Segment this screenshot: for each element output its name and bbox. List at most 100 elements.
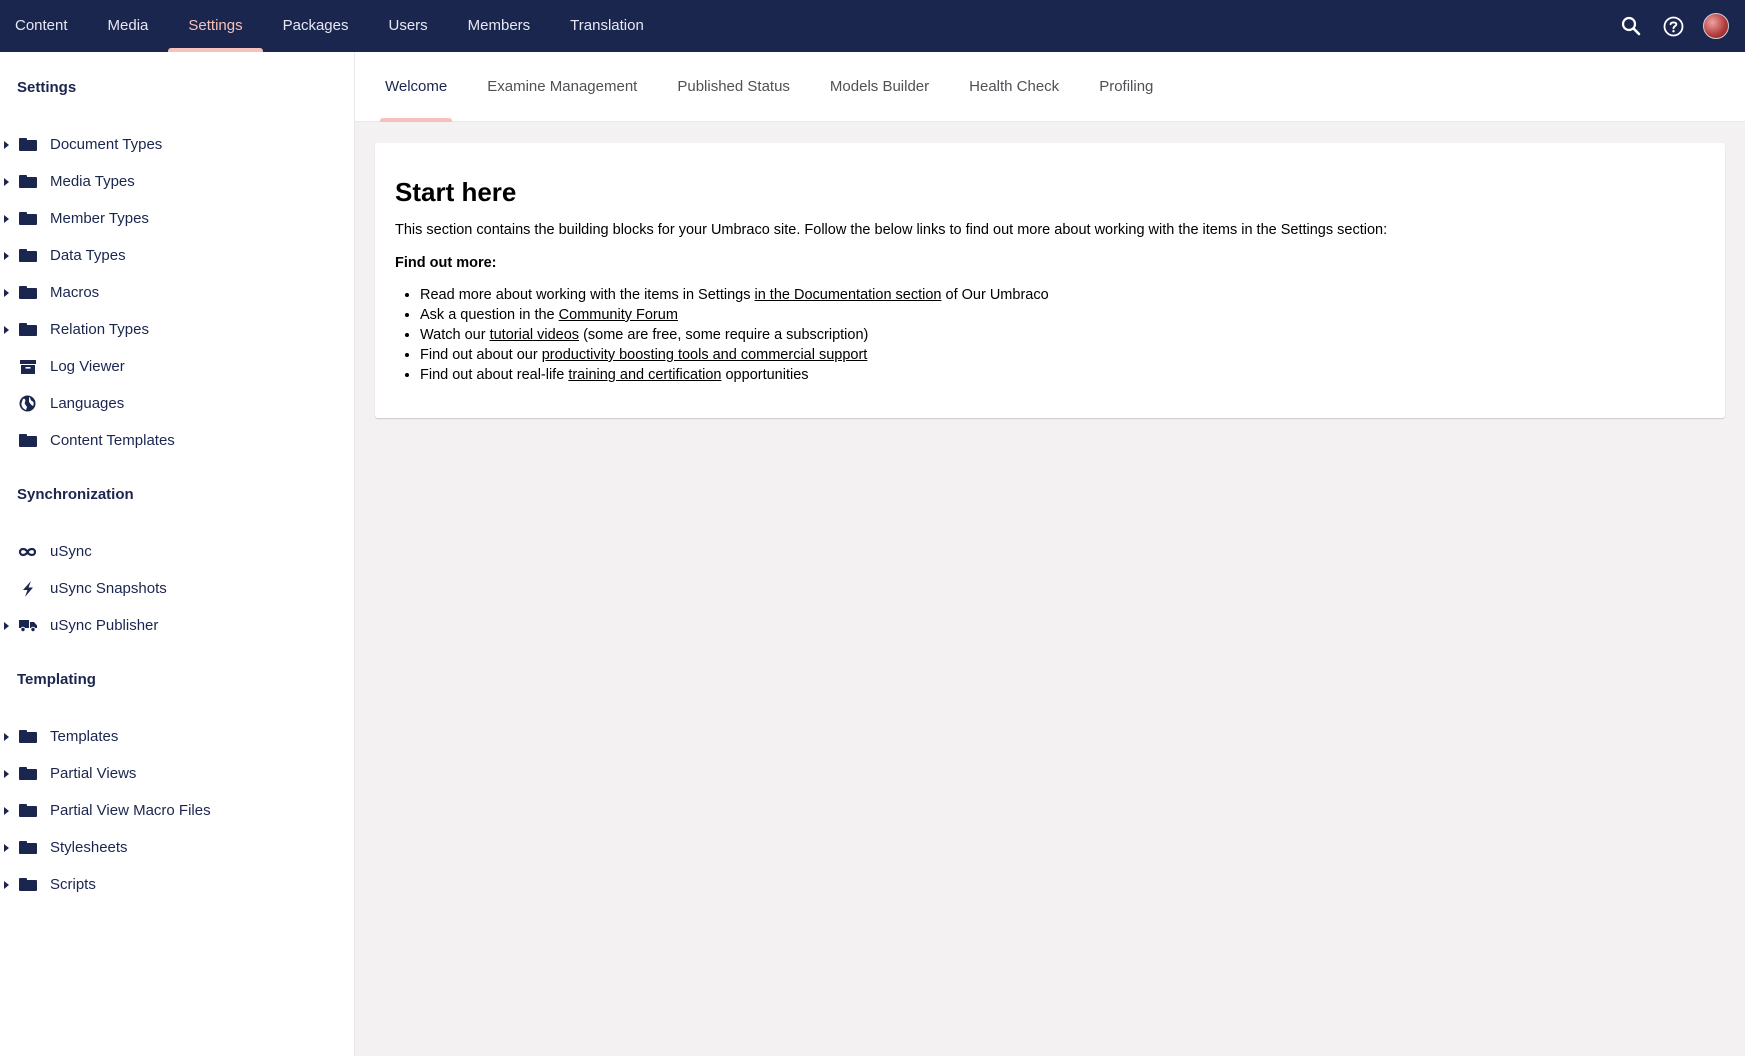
community-forum-link[interactable]: Community Forum [559, 307, 678, 323]
link-prefix: Read more about working with the items i… [420, 287, 755, 303]
tree-item-templates[interactable]: Templates [0, 718, 354, 755]
tree-item-label: Member Types [50, 210, 149, 227]
expand-caret-icon[interactable] [4, 621, 9, 630]
link-prefix: Find out about our [420, 347, 542, 363]
link-prefix: Ask a question in the [420, 307, 559, 323]
list-item: Read more about working with the items i… [420, 285, 1705, 305]
tree-item-label: Log Viewer [50, 358, 125, 375]
tree-item-usync[interactable]: uSync [0, 533, 354, 570]
globe-icon [18, 395, 37, 412]
welcome-card: Start here This section contains the bui… [375, 143, 1725, 418]
link-prefix: Watch our [420, 327, 490, 343]
lightning-icon [18, 580, 37, 597]
nav-media[interactable]: Media [88, 0, 169, 52]
archive-icon [18, 359, 37, 375]
tree-item-label: Partial Views [50, 765, 137, 782]
tab-health-check[interactable]: Health Check [964, 52, 1064, 121]
tree-item-stylesheets[interactable]: Stylesheets [0, 829, 354, 866]
tree-item-label: uSync [50, 543, 92, 560]
tree-item-log-viewer[interactable]: Log Viewer [0, 348, 354, 385]
tree-item-label: Scripts [50, 876, 96, 893]
folder-icon [18, 285, 37, 301]
expand-caret-icon[interactable] [4, 769, 9, 778]
list-item: Ask a question in the Community Forum [420, 305, 1705, 325]
tree-item-partial-views[interactable]: Partial Views [0, 755, 354, 792]
expand-caret-icon[interactable] [4, 177, 9, 186]
user-avatar[interactable] [1703, 13, 1729, 39]
tree-item-scripts[interactable]: Scripts [0, 866, 354, 903]
nav-users[interactable]: Users [368, 0, 447, 52]
sidebar: Settings Document Types Media Types Memb… [0, 52, 355, 1056]
documentation-link[interactable]: in the Documentation section [754, 287, 941, 303]
tutorial-videos-link[interactable]: tutorial videos [490, 327, 579, 343]
search-icon[interactable] [1619, 14, 1643, 38]
truck-icon [18, 618, 37, 634]
tree-item-member-types[interactable]: Member Types [0, 200, 354, 237]
nav-content[interactable]: Content [15, 0, 88, 52]
expand-caret-icon[interactable] [4, 880, 9, 889]
top-bar: Content Media Settings Packages Users Me… [0, 0, 1745, 52]
folder-icon [18, 137, 37, 153]
tree-item-label: uSync Publisher [50, 617, 159, 634]
tree-item-content-templates[interactable]: Content Templates [0, 422, 354, 459]
folder-icon [18, 322, 37, 338]
tree-item-label: Content Templates [50, 432, 175, 449]
tab-profiling[interactable]: Profiling [1094, 52, 1158, 121]
nav-settings[interactable]: Settings [168, 0, 263, 52]
nav-translation[interactable]: Translation [550, 0, 664, 52]
infinity-icon [18, 544, 37, 560]
header-tools [1619, 0, 1745, 52]
tree-item-usync-snapshots[interactable]: uSync Snapshots [0, 570, 354, 607]
find-out-more-heading: Find out more: [395, 255, 497, 271]
nav-packages[interactable]: Packages [263, 0, 369, 52]
tree-item-label: Relation Types [50, 321, 149, 338]
folder-icon [18, 211, 37, 227]
folder-icon [18, 174, 37, 190]
dashboard-tabs: Welcome Examine Management Published Sta… [355, 52, 1745, 122]
tree-item-label: Data Types [50, 247, 126, 264]
folder-icon [18, 248, 37, 264]
link-prefix: Find out about real-life [420, 367, 569, 383]
expand-caret-icon[interactable] [4, 732, 9, 741]
expand-caret-icon[interactable] [4, 288, 9, 297]
expand-caret-icon[interactable] [4, 140, 9, 149]
expand-caret-icon[interactable] [4, 251, 9, 260]
expand-caret-icon[interactable] [4, 806, 9, 815]
tree-item-partial-view-macro-files[interactable]: Partial View Macro Files [0, 792, 354, 829]
resource-links: Read more about working with the items i… [395, 285, 1705, 385]
list-item: Find out about our productivity boosting… [420, 345, 1705, 365]
tree-item-label: Macros [50, 284, 100, 301]
tab-welcome[interactable]: Welcome [380, 52, 453, 122]
help-icon[interactable] [1661, 14, 1685, 38]
tree-item-label: Document Types [50, 136, 163, 153]
link-suffix: opportunities [721, 367, 809, 383]
tree-item-media-types[interactable]: Media Types [0, 163, 354, 200]
intro-text: This section contains the building block… [395, 222, 1388, 238]
tab-examine-management[interactable]: Examine Management [482, 52, 642, 121]
folder-icon [18, 729, 37, 745]
tree-item-document-types[interactable]: Document Types [0, 126, 354, 163]
commercial-support-link[interactable]: productivity boosting tools and commerci… [542, 347, 868, 363]
tree-item-label: Partial View Macro Files [50, 802, 211, 819]
nav-members[interactable]: Members [448, 0, 551, 52]
tree-item-usync-publisher[interactable]: uSync Publisher [0, 607, 354, 644]
section-nav: Content Media Settings Packages Users Me… [0, 0, 664, 52]
list-item: Watch our tutorial videos (some are free… [420, 325, 1705, 345]
sidebar-heading-synchronization: Synchronization [17, 486, 134, 503]
folder-icon [18, 840, 37, 856]
tree-item-label: Stylesheets [50, 839, 128, 856]
tree-item-relation-types[interactable]: Relation Types [0, 311, 354, 348]
tree-item-label: Languages [50, 395, 125, 412]
expand-caret-icon[interactable] [4, 214, 9, 223]
tab-models-builder[interactable]: Models Builder [825, 52, 934, 121]
expand-caret-icon[interactable] [4, 843, 9, 852]
expand-caret-icon[interactable] [4, 325, 9, 334]
training-certification-link[interactable]: training and certification [568, 367, 721, 383]
tree-item-languages[interactable]: Languages [0, 385, 354, 422]
tree-item-data-types[interactable]: Data Types [0, 237, 354, 274]
tree-item-macros[interactable]: Macros [0, 274, 354, 311]
folder-icon [18, 766, 37, 782]
tab-published-status[interactable]: Published Status [672, 52, 795, 121]
tree-item-label: Templates [50, 728, 119, 745]
sidebar-heading-settings: Settings [17, 79, 77, 96]
